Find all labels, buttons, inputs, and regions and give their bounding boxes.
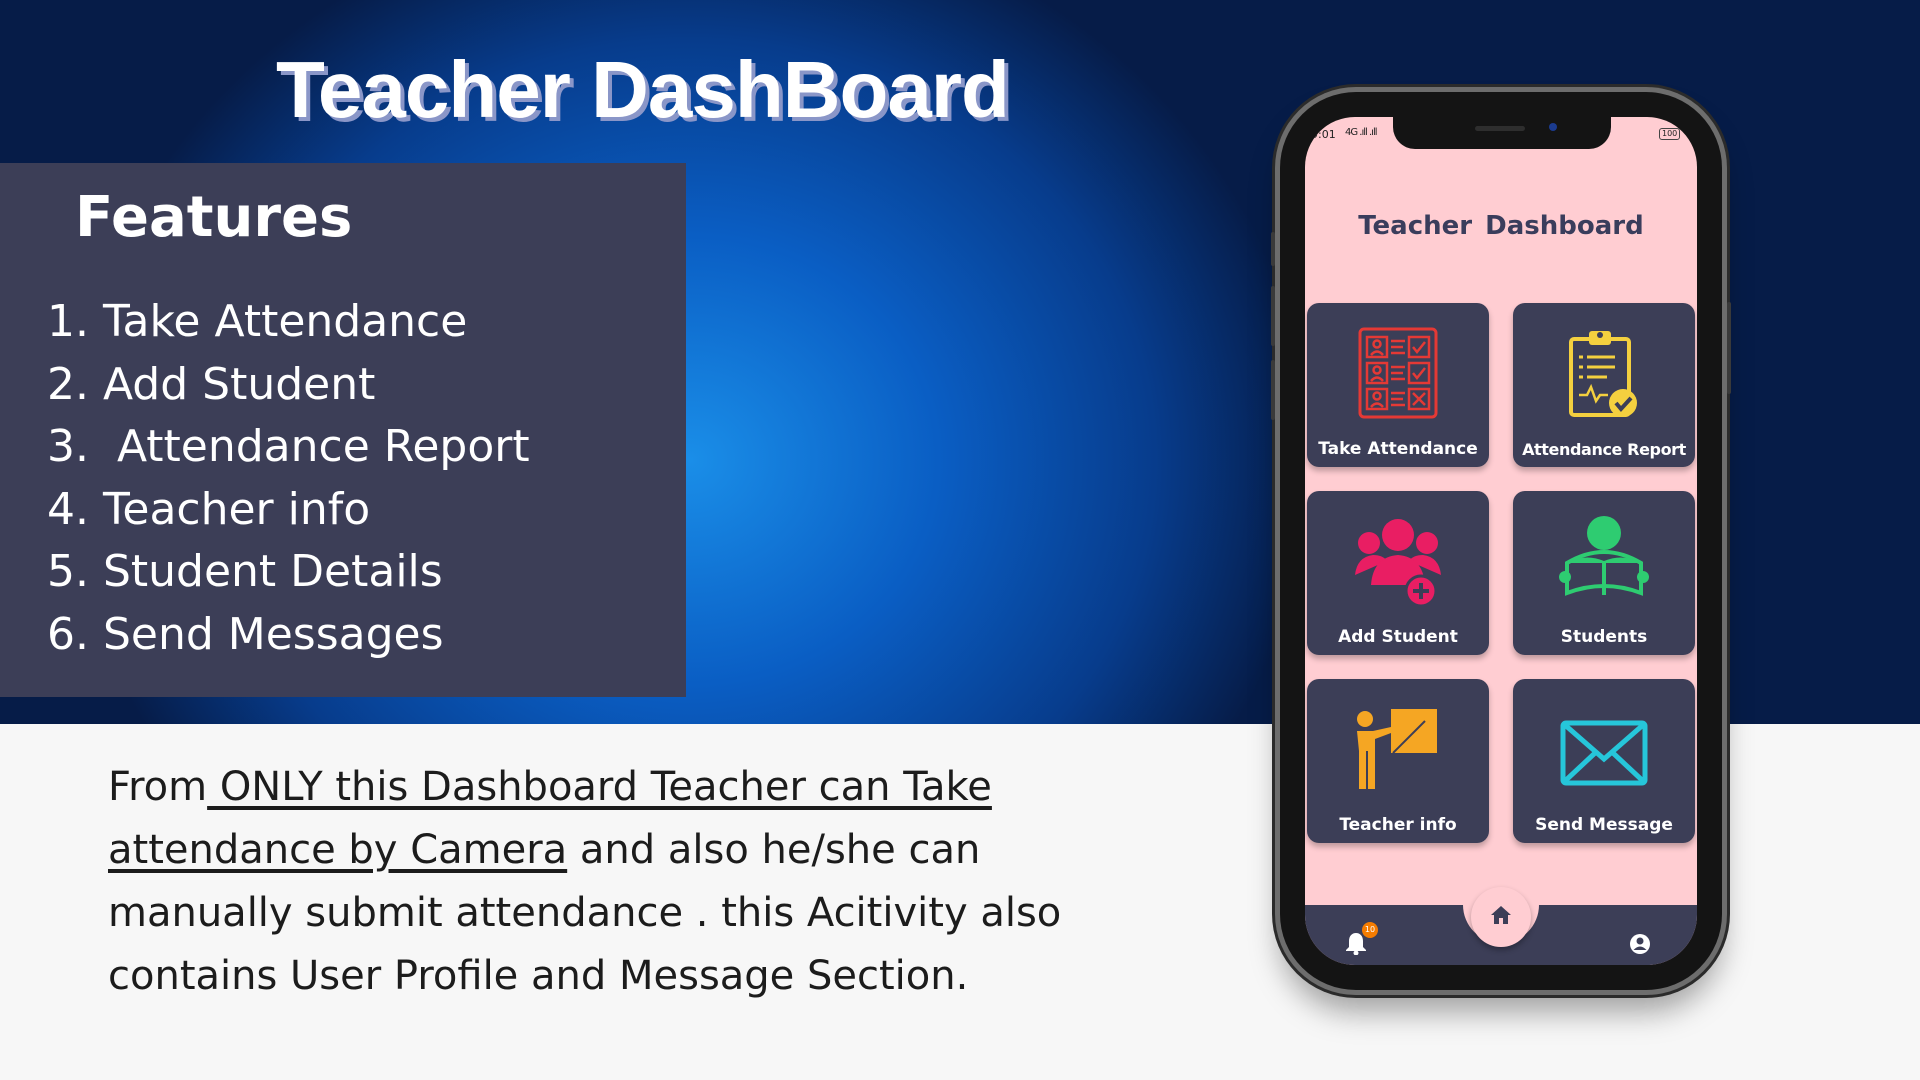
- speaker-grille: [1475, 126, 1525, 131]
- home-icon: [1491, 906, 1511, 924]
- feature-item: 6. Send Messages: [47, 608, 444, 660]
- add-group-icon: [1353, 513, 1443, 609]
- students-card[interactable]: Students: [1513, 491, 1695, 655]
- attendance-report-label: Attendance Report: [1522, 440, 1686, 459]
- description-text: From ONLY this Dashboard Teacher can Tak…: [108, 756, 1108, 1008]
- signal-icon: 4G .ıll .ıll: [1345, 127, 1377, 138]
- add-student-card[interactable]: Add Student: [1307, 491, 1489, 655]
- status-time: 9:01: [1311, 128, 1336, 141]
- feature-item: 1. Take Attendance: [47, 296, 468, 347]
- features-heading: Features: [75, 185, 353, 250]
- envelope-icon: [1559, 701, 1649, 797]
- slide-title: Teacher DashBoard: [276, 45, 1010, 134]
- phone-silent-switch: [1271, 232, 1275, 266]
- students-label: Students: [1560, 627, 1648, 647]
- features-list: 1. Take Attendance 2. Add Student 3. Att…: [47, 291, 530, 666]
- phone-power-button: [1727, 302, 1731, 394]
- feature-item: 5. Student Details: [47, 546, 443, 597]
- feature-item: 4. Teacher info: [47, 483, 371, 535]
- phone-notch: [1393, 117, 1611, 149]
- feature-item: 2. Add Student: [47, 358, 376, 410]
- teacher-board-icon: [1353, 701, 1443, 797]
- attendance-report-card[interactable]: Attendance Report: [1513, 303, 1695, 467]
- take-attendance-card[interactable]: Take Attendance: [1307, 303, 1489, 467]
- description-part-1: From: [108, 764, 208, 810]
- features-panel: Features 1. Take Attendance 2. Add Stude…: [0, 163, 686, 697]
- teacher-info-label: Teacher info: [1339, 815, 1457, 835]
- phone-volume-up: [1271, 286, 1275, 346]
- attendance-sheet-icon: [1353, 325, 1443, 421]
- home-button[interactable]: [1471, 887, 1531, 947]
- add-student-label: Add Student: [1338, 627, 1458, 647]
- notification-badge: 10: [1362, 922, 1378, 938]
- battery-icon: 100: [1659, 128, 1681, 140]
- clipboard-check-icon: [1559, 325, 1649, 421]
- account-icon: [1630, 934, 1650, 954]
- feature-item: 3. Attendance Report: [47, 421, 530, 472]
- front-camera: [1549, 123, 1557, 131]
- send-message-label: Send Message: [1535, 815, 1673, 835]
- profile-button[interactable]: [1629, 933, 1651, 959]
- phone-screen: 9:01 4G .ıll .ıll 100 Teacher Dashboard: [1305, 117, 1697, 965]
- phone-mockup: 9:01 4G .ıll .ıll 100 Teacher Dashboard: [1271, 92, 1731, 990]
- teacher-info-card[interactable]: Teacher info: [1307, 679, 1489, 843]
- student-reading-icon: [1559, 513, 1649, 609]
- app-title: Teacher Dashboard: [1358, 211, 1644, 241]
- phone-volume-down: [1271, 360, 1275, 420]
- take-attendance-label: Take Attendance: [1318, 439, 1478, 459]
- send-message-card[interactable]: Send Message: [1513, 679, 1695, 843]
